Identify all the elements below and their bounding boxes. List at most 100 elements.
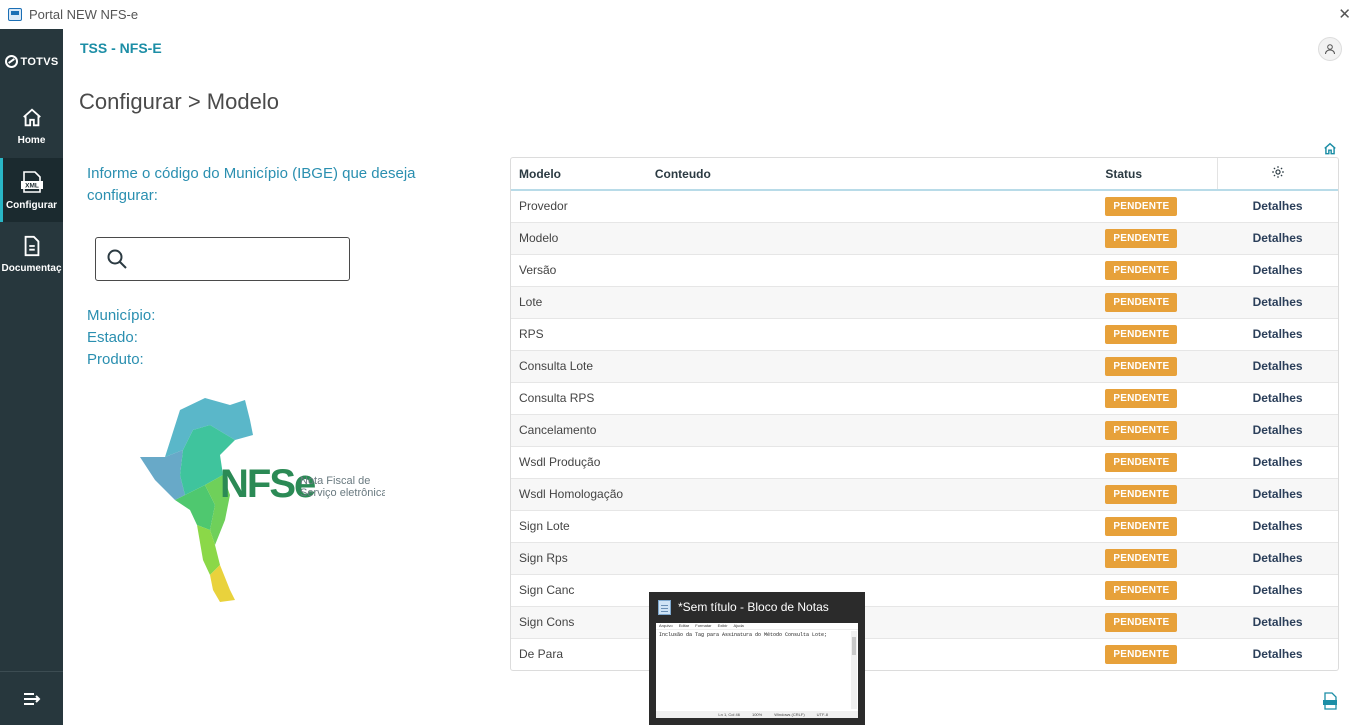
cell-conteudo	[647, 542, 1098, 574]
notepad-status-bar: Ln 1, Col 46 100% Windows (CRLF) UTF-8	[656, 711, 858, 718]
table-row: Wsdl Homologação PENDENTE Detalhes	[511, 478, 1338, 510]
column-header-modelo[interactable]: Modelo	[511, 158, 647, 191]
table-row: Consulta Lote PENDENTE Detalhes	[511, 350, 1338, 382]
cell-status: PENDENTE	[1097, 190, 1217, 222]
details-link[interactable]: Detalhes	[1217, 446, 1338, 478]
table-row: Sign Cons PENDENTE Detalhes	[511, 606, 1338, 638]
cell-modelo: Consulta Lote	[519, 359, 594, 373]
notepad-taskbar-preview[interactable]: *Sem título - Bloco de Notas Arquivo Edi…	[649, 592, 865, 725]
sidebar-item-label: Documentaç	[1, 262, 62, 274]
cell-conteudo	[647, 350, 1098, 382]
xml-file-icon	[1323, 692, 1337, 710]
notepad-scrollbar	[851, 631, 857, 709]
details-link[interactable]: Detalhes	[1217, 350, 1338, 382]
cell-modelo: Sign Canc	[519, 583, 575, 597]
cell-modelo: Lote	[519, 295, 543, 309]
details-link[interactable]: Detalhes	[1217, 190, 1338, 222]
table-row: De Para PENDENTE Detalhes	[511, 638, 1338, 670]
details-link[interactable]: Detalhes	[1217, 638, 1338, 670]
totvs-logo-icon	[4, 55, 18, 68]
cell-modelo: Sign Rps	[519, 551, 568, 565]
status-badge: PENDENTE	[1105, 260, 1178, 280]
status-badge: PENDENTE	[1105, 388, 1178, 408]
app-window-icon	[8, 8, 22, 21]
table-row: Consulta RPS PENDENTE Detalhes	[511, 382, 1338, 414]
notepad-content: Inclusão da Tag para Assinatura do Métod…	[659, 632, 828, 638]
window-close-icon[interactable]: ✕	[1338, 5, 1351, 23]
gear-icon	[1272, 166, 1284, 178]
details-link[interactable]: Detalhes	[1217, 542, 1338, 574]
cell-modelo: Wsdl Produção	[519, 455, 601, 469]
document-icon	[24, 235, 39, 256]
details-link[interactable]: Detalhes	[1217, 510, 1338, 542]
home-icon	[1324, 142, 1336, 155]
cell-conteudo	[647, 190, 1098, 222]
home-icon	[22, 108, 41, 126]
status-badge: PENDENTE	[1105, 196, 1178, 216]
app-name: TSS - NFS-E	[80, 40, 162, 56]
sidebar-item-home[interactable]: Home	[0, 94, 63, 158]
page-title: Configurar > Modelo	[79, 89, 279, 114]
cell-status: PENDENTE	[1097, 606, 1217, 638]
svg-text:XML: XML	[25, 182, 39, 189]
status-badge: PENDENTE	[1105, 484, 1178, 504]
notepad-status-position: Ln 1, Col 46	[718, 712, 740, 717]
cell-status: PENDENTE	[1097, 254, 1217, 286]
produto-label: Produto:	[87, 351, 144, 368]
sidebar-item-documentacao[interactable]: Documentaç	[0, 222, 63, 286]
notepad-status-eol: Windows (CRLF)	[774, 712, 805, 717]
cell-status: PENDENTE	[1097, 286, 1217, 318]
table-row: Sign Rps PENDENTE Detalhes	[511, 542, 1338, 574]
status-badge: PENDENTE	[1105, 644, 1178, 664]
user-avatar[interactable]	[1318, 37, 1342, 61]
column-settings[interactable]	[1216, 158, 1338, 191]
column-header-status[interactable]: Status	[1097, 158, 1218, 191]
table-row: Wsdl Produção PENDENTE Detalhes	[511, 446, 1338, 478]
xml-file-icon: XML	[20, 170, 43, 193]
xml-export-button[interactable]	[1322, 692, 1338, 715]
ibge-search-box[interactable]	[95, 237, 350, 281]
cell-modelo: Cancelamento	[519, 423, 597, 437]
details-link[interactable]: Detalhes	[1217, 318, 1338, 350]
column-header-conteudo[interactable]: Conteudo	[646, 158, 1098, 191]
status-badge: PENDENTE	[1105, 580, 1178, 600]
notepad-status-encoding: UTF-8	[816, 712, 828, 717]
sidebar: TOTVS Home XML Configurar Documentaç	[0, 29, 63, 725]
cell-conteudo	[647, 286, 1098, 318]
table-row: RPS PENDENTE Detalhes	[511, 318, 1338, 350]
details-link[interactable]: Detalhes	[1217, 478, 1338, 510]
cell-conteudo	[647, 318, 1098, 350]
cell-status: PENDENTE	[1097, 542, 1217, 574]
cell-modelo: De Para	[519, 647, 564, 662]
cell-status: PENDENTE	[1097, 414, 1217, 446]
status-badge: PENDENTE	[1105, 612, 1178, 632]
details-link[interactable]: Detalhes	[1217, 414, 1338, 446]
ibge-instruction: Informe o código do Município (IBGE) que…	[87, 165, 416, 204]
cell-conteudo	[647, 478, 1098, 510]
nfse-logo-line1: Nota Fiscal de	[300, 475, 370, 487]
details-link[interactable]: Detalhes	[1217, 286, 1338, 318]
status-badge: PENDENTE	[1105, 324, 1178, 344]
notepad-icon	[658, 599, 671, 615]
details-link[interactable]: Detalhes	[1217, 574, 1338, 606]
cell-status: PENDENTE	[1097, 446, 1217, 478]
details-link[interactable]: Detalhes	[1217, 222, 1338, 254]
notepad-menu-item: Ajuda	[733, 623, 744, 628]
notepad-menu-bar: Arquivo Editar Formatar Exibir Ajuda	[656, 623, 858, 630]
cell-status: PENDENTE	[1097, 510, 1217, 542]
details-link[interactable]: Detalhes	[1217, 606, 1338, 638]
cell-status: PENDENTE	[1097, 638, 1217, 670]
details-link[interactable]: Detalhes	[1217, 254, 1338, 286]
cell-conteudo	[647, 382, 1098, 414]
window-title-bar: Portal NEW NFS-e ✕	[0, 0, 1361, 29]
details-link[interactable]: Detalhes	[1217, 382, 1338, 414]
sidebar-item-configurar[interactable]: XML Configurar	[0, 158, 63, 222]
sidebar-item-label: Configurar	[5, 199, 58, 211]
status-badge: PENDENTE	[1105, 548, 1178, 568]
ibge-search-input[interactable]	[136, 244, 349, 274]
cell-modelo: RPS	[519, 327, 544, 341]
municipio-label: Município:	[87, 307, 156, 324]
sidebar-collapse-button[interactable]	[0, 671, 63, 725]
status-badge: PENDENTE	[1105, 420, 1178, 440]
cell-conteudo	[647, 414, 1098, 446]
